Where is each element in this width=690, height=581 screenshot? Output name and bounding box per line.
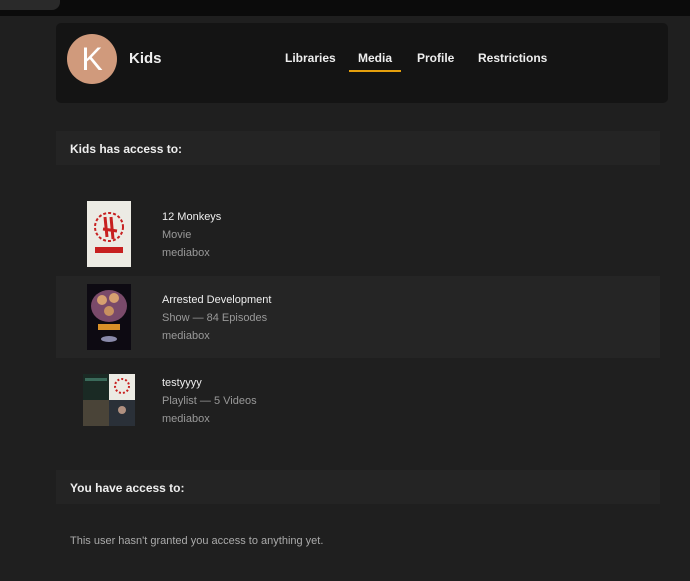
avatar: K [67, 34, 117, 84]
item-server: mediabox [162, 413, 210, 425]
item-title: testyyyy [162, 377, 202, 389]
top-bar [0, 0, 690, 16]
user-name: Kids [129, 50, 162, 67]
item-server: mediabox [162, 330, 210, 342]
empty-message: This user hasn't granted you access to a… [70, 535, 324, 547]
item-title: Arrested Development [162, 294, 272, 306]
list-item[interactable]: 12 Monkeys Movie mediabox [56, 193, 660, 275]
playlist-thumbnail [83, 374, 135, 426]
tab-media[interactable]: Media [349, 51, 402, 72]
section-heading: You have access to: [56, 470, 660, 504]
user-header-card: K Kids Libraries Media Profile Restricti… [56, 23, 668, 103]
tab-libraries[interactable]: Libraries [285, 51, 336, 65]
list-item[interactable]: Arrested Development Show — 84 Episodes … [56, 276, 660, 358]
list-item[interactable]: testyyyy Playlist — 5 Videos mediabox [56, 359, 660, 441]
item-type: Show — 84 Episodes [162, 312, 268, 324]
tab-restrictions[interactable]: Restrictions [478, 51, 547, 65]
poster-arrested-development [87, 284, 131, 350]
item-type: Movie [162, 229, 192, 241]
poster-12-monkeys [87, 201, 131, 267]
item-server: mediabox [162, 247, 210, 259]
section-heading: Kids has access to: [56, 131, 660, 165]
item-title: 12 Monkeys [162, 211, 222, 223]
tab-profile[interactable]: Profile [417, 51, 454, 65]
item-type: Playlist — 5 Videos [162, 395, 257, 407]
top-left-button[interactable] [0, 0, 60, 10]
